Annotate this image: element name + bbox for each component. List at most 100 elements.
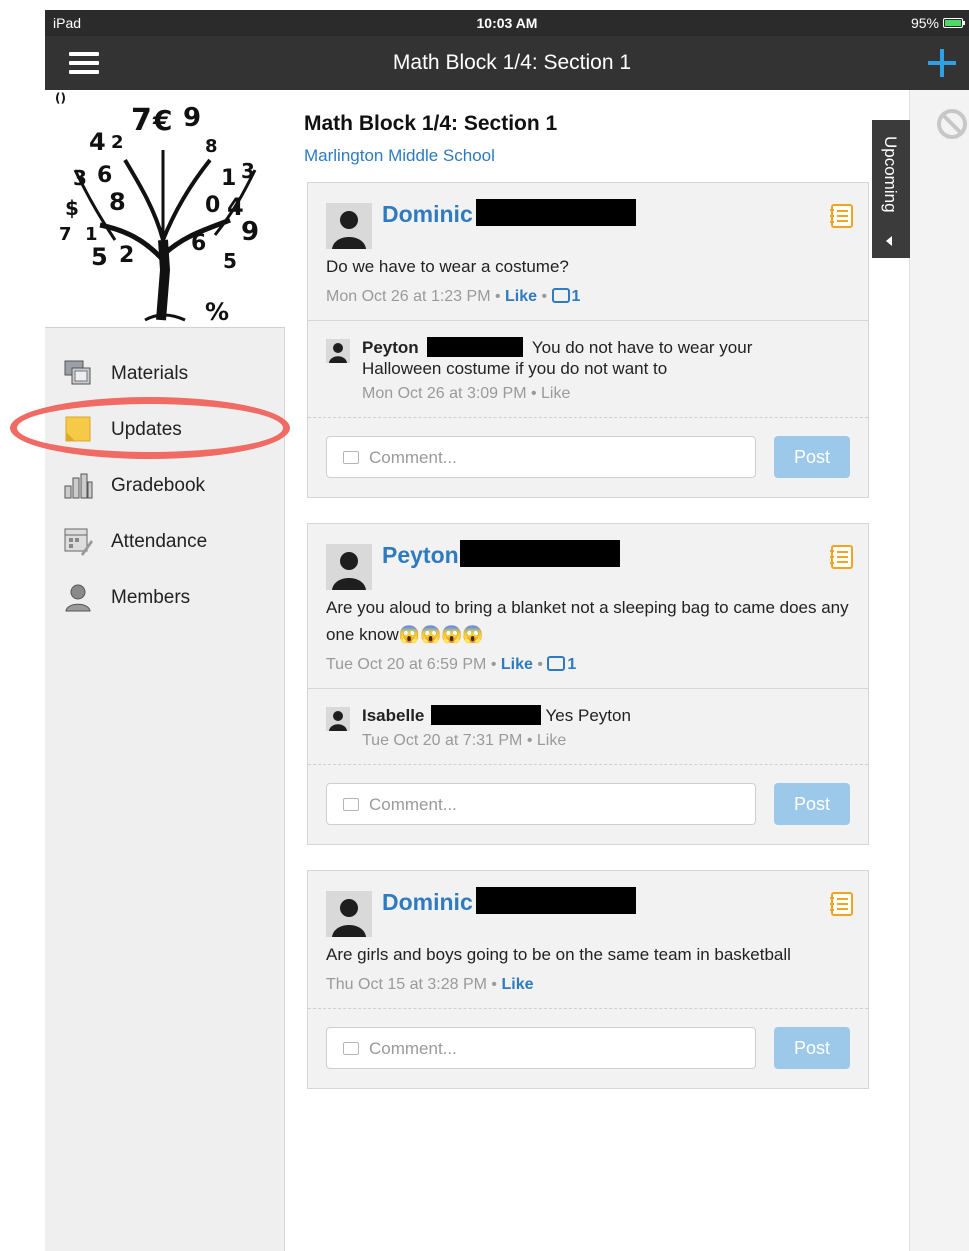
post-author[interactable]: Dominic xyxy=(382,201,473,228)
svg-text:3: 3 xyxy=(241,159,255,183)
svg-text:1: 1 xyxy=(85,224,98,245)
redaction-bar xyxy=(427,337,524,357)
post-meta: Mon Oct 26 at 1:23 PM • Like • 1 xyxy=(308,280,868,320)
comment-input[interactable]: Comment... xyxy=(326,783,756,825)
post-header: Peyton xyxy=(308,524,868,594)
svg-text:5: 5 xyxy=(223,249,237,273)
course-logo: 7 €9 428 3613 $8 0 4 719 5265 %() xyxy=(45,90,285,328)
comment-row: Comment... Post xyxy=(308,764,868,844)
reply-author[interactable]: Isabelle xyxy=(362,706,424,725)
like-link[interactable]: Like xyxy=(501,656,533,673)
reply-like[interactable]: Like xyxy=(537,732,566,749)
comment-input[interactable]: Comment... xyxy=(326,1027,756,1069)
like-link[interactable]: Like xyxy=(501,976,533,993)
svg-text:2: 2 xyxy=(111,132,124,153)
sidebar-item-gradebook[interactable]: Gradebook xyxy=(45,458,285,514)
post-meta: Tue Oct 20 at 6:59 PM • Like • 1 xyxy=(308,648,868,688)
post-button[interactable]: Post xyxy=(774,1027,850,1069)
notebook-icon[interactable] xyxy=(828,891,854,917)
reply-meta: Mon Oct 26 at 3:09 PM • Like xyxy=(362,385,571,402)
reply-time: Tue Oct 20 at 7:31 PM xyxy=(362,732,523,749)
redaction-bar xyxy=(476,199,636,226)
sidebar-nav: Materials Updates Gradebook Attendance M… xyxy=(45,346,285,626)
post-header: Dominic xyxy=(308,871,868,941)
svg-text:6: 6 xyxy=(97,163,112,188)
redaction-bar xyxy=(460,540,620,567)
notebook-icon[interactable] xyxy=(828,544,854,570)
materials-icon xyxy=(64,360,91,385)
sidebar-item-label: Materials xyxy=(111,363,189,384)
avatar[interactable] xyxy=(326,544,372,590)
comment-icon xyxy=(551,284,570,303)
updates-icon xyxy=(65,416,91,442)
post-meta: Thu Oct 15 at 3:28 PM • Like xyxy=(326,976,534,993)
post-author[interactable]: Dominic xyxy=(382,889,473,916)
battery-icon xyxy=(943,18,965,28)
post-time: Tue Oct 20 at 6:59 PM xyxy=(326,656,487,673)
blocked-icon[interactable] xyxy=(936,108,968,140)
status-bar: iPad 10:03 AM 95% xyxy=(45,10,969,36)
comment-count[interactable]: 1 xyxy=(547,652,576,673)
post-author[interactable]: Peyton xyxy=(382,542,459,569)
sidebar-item-updates[interactable]: Updates xyxy=(45,402,285,458)
caret-left-icon xyxy=(886,236,892,246)
reply: Isabelle Yes Peyton Tue Oct 20 at 7:31 P… xyxy=(308,688,868,764)
comment-placeholder: Comment... xyxy=(369,1039,457,1058)
avatar[interactable] xyxy=(326,203,372,249)
sidebar-item-label: Gradebook xyxy=(111,475,206,496)
upcoming-tab[interactable]: Upcoming xyxy=(872,120,910,258)
sidebar-item-attendance[interactable]: Attendance xyxy=(45,514,285,570)
comment-icon xyxy=(547,652,566,671)
like-link[interactable]: Like xyxy=(505,288,537,305)
svg-text:4: 4 xyxy=(89,128,106,156)
svg-text:5: 5 xyxy=(91,243,108,271)
comment-placeholder: Comment... xyxy=(369,795,457,814)
svg-text:8: 8 xyxy=(205,136,218,157)
svg-text:9: 9 xyxy=(183,103,201,133)
update-post: Peyton Are you aloud to bring a blanket … xyxy=(307,523,869,845)
post-button[interactable]: Post xyxy=(774,783,850,825)
battery-percent: 95% xyxy=(910,15,939,31)
svg-text:1: 1 xyxy=(221,166,236,191)
comment-icon xyxy=(343,451,359,464)
svg-text:6: 6 xyxy=(191,231,206,256)
ipad-screen: iPad 10:03 AM 95% Math Block 1/4: Sectio… xyxy=(45,10,969,1251)
redaction-bar xyxy=(431,705,542,725)
svg-text:%: % xyxy=(205,298,229,326)
svg-text:(): () xyxy=(55,91,66,105)
sidebar-item-members[interactable]: Members xyxy=(45,570,285,626)
page-title: Math Block 1/4: Section 1 xyxy=(304,112,558,135)
reply-like[interactable]: Like xyxy=(541,385,570,402)
add-icon[interactable] xyxy=(926,47,958,79)
svg-text:9: 9 xyxy=(241,217,259,247)
comment-count[interactable]: 1 xyxy=(551,284,580,305)
post-text: Are you aloud to bring a blanket not a s… xyxy=(326,598,849,644)
nav-title: Math Block 1/4: Section 1 xyxy=(392,51,632,74)
comment-row: Comment... Post xyxy=(308,417,868,497)
reply-author[interactable]: Peyton xyxy=(362,338,419,357)
svg-text:7: 7 xyxy=(131,103,152,138)
notebook-icon[interactable] xyxy=(828,203,854,229)
sidebar-item-materials[interactable]: Materials xyxy=(45,346,285,402)
avatar[interactable] xyxy=(326,339,350,363)
sidebar-item-label: Attendance xyxy=(111,531,208,552)
members-icon xyxy=(65,584,91,612)
post-button[interactable]: Post xyxy=(774,436,850,478)
svg-text:3: 3 xyxy=(73,166,87,190)
svg-text:2: 2 xyxy=(119,243,134,268)
svg-text:8: 8 xyxy=(109,188,126,216)
comment-input[interactable]: Comment... xyxy=(326,436,756,478)
reply-time: Mon Oct 26 at 3:09 PM xyxy=(362,385,527,402)
svg-text:0: 0 xyxy=(205,193,220,218)
svg-text:$: $ xyxy=(65,196,79,220)
comment-icon xyxy=(343,1042,359,1055)
avatar[interactable] xyxy=(326,707,350,731)
comment-placeholder: Comment... xyxy=(369,448,457,467)
post-text: Do we have to wear a costume? xyxy=(326,257,569,276)
avatar[interactable] xyxy=(326,891,372,937)
sidebar: 7 €9 428 3613 $8 0 4 719 5265 %() Materials xyxy=(45,90,285,1251)
school-link[interactable]: Marlington Middle School xyxy=(304,146,495,166)
post-text: Are girls and boys going to be on the sa… xyxy=(326,945,791,964)
reply-text: Isabelle Yes Peyton xyxy=(362,689,802,726)
reply-body: You do not have to wear your Halloween c… xyxy=(362,338,753,378)
